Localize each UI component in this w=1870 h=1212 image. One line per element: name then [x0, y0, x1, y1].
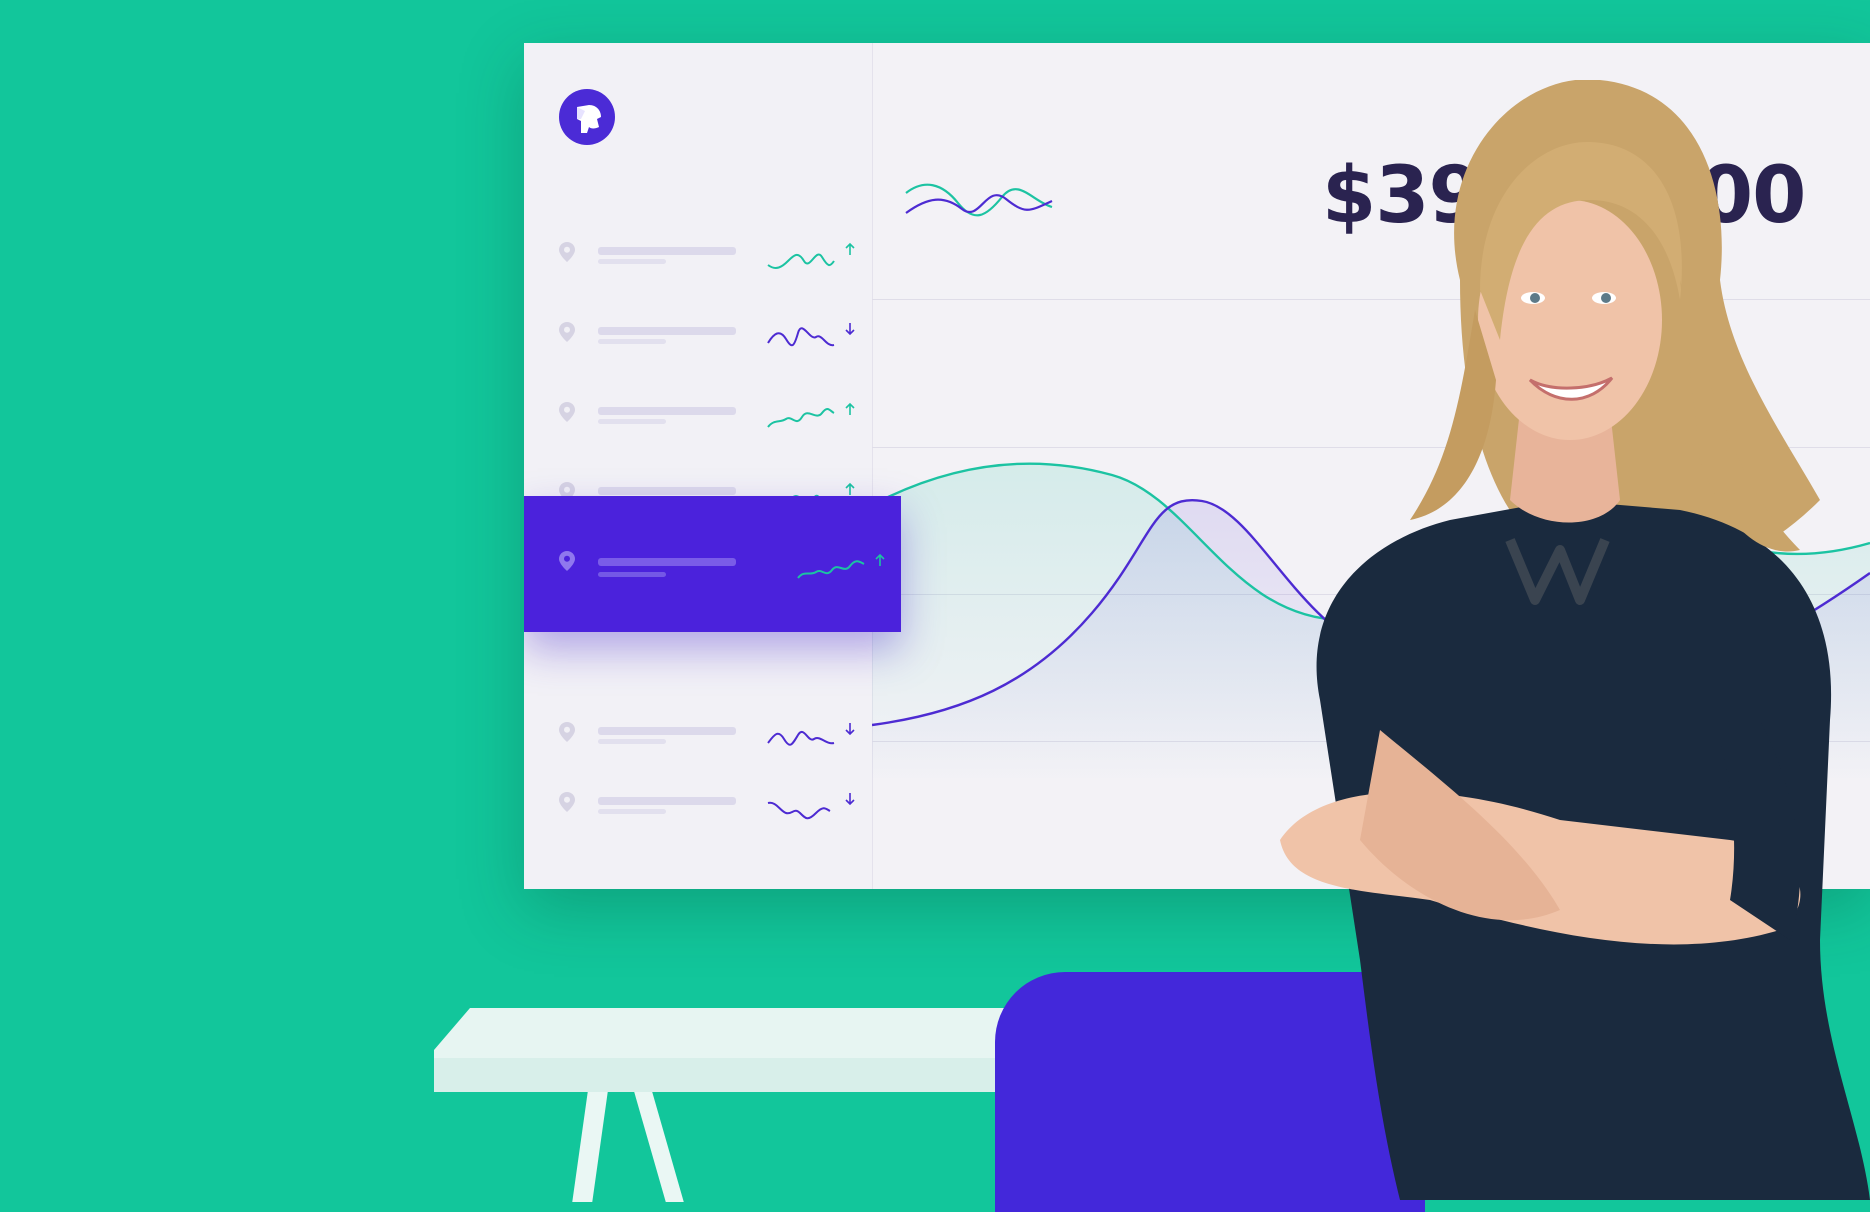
sparkline: [767, 407, 835, 428]
item-title-placeholder: [598, 327, 736, 335]
location-pin-icon: [559, 402, 575, 422]
trend-down-icon: [845, 793, 855, 806]
list-item[interactable]: [524, 303, 872, 363]
trend-up-icon: [875, 553, 885, 566]
trend-up-icon: [845, 482, 855, 495]
sparkline: [767, 801, 831, 820]
list-item[interactable]: [524, 703, 872, 763]
location-pin-icon: [559, 722, 575, 742]
item-subtitle-placeholder: [598, 739, 666, 744]
item-title-placeholder: [598, 727, 736, 735]
location-pin-icon: [559, 322, 575, 342]
trend-up-icon: [845, 402, 855, 415]
item-title-placeholder: [598, 247, 736, 255]
person-photo: [1280, 80, 1870, 1200]
location-pin-icon: [559, 551, 575, 571]
item-title-placeholder: [598, 407, 736, 415]
list-item-selected[interactable]: [524, 496, 901, 632]
sparkline: [767, 730, 835, 746]
desk-leg: [634, 1092, 684, 1202]
item-title-placeholder: [598, 797, 736, 805]
dog-logo-icon[interactable]: [559, 89, 615, 145]
sidebar: [524, 43, 901, 889]
list-item[interactable]: [524, 223, 872, 283]
item-subtitle-placeholder: [598, 419, 666, 424]
item-subtitle-placeholder: [598, 572, 666, 577]
list-item[interactable]: [524, 773, 872, 833]
trend-up-icon: [845, 242, 855, 255]
item-subtitle-placeholder: [598, 259, 666, 264]
sparkline: [767, 327, 835, 347]
sparkline: [797, 560, 865, 579]
mini-sparkline: [905, 183, 1053, 217]
desk-leg: [572, 1092, 608, 1202]
location-pin-icon: [559, 242, 575, 262]
item-title-placeholder: [598, 558, 736, 566]
item-title-placeholder: [598, 487, 736, 495]
trend-down-icon: [845, 723, 855, 736]
scene: $3944,0.00: [0, 0, 1870, 1212]
location-pin-icon: [559, 792, 575, 812]
trend-down-icon: [845, 323, 855, 336]
item-subtitle-placeholder: [598, 339, 666, 344]
item-subtitle-placeholder: [598, 809, 666, 814]
sparkline: [767, 253, 835, 269]
list-item[interactable]: [524, 383, 872, 443]
